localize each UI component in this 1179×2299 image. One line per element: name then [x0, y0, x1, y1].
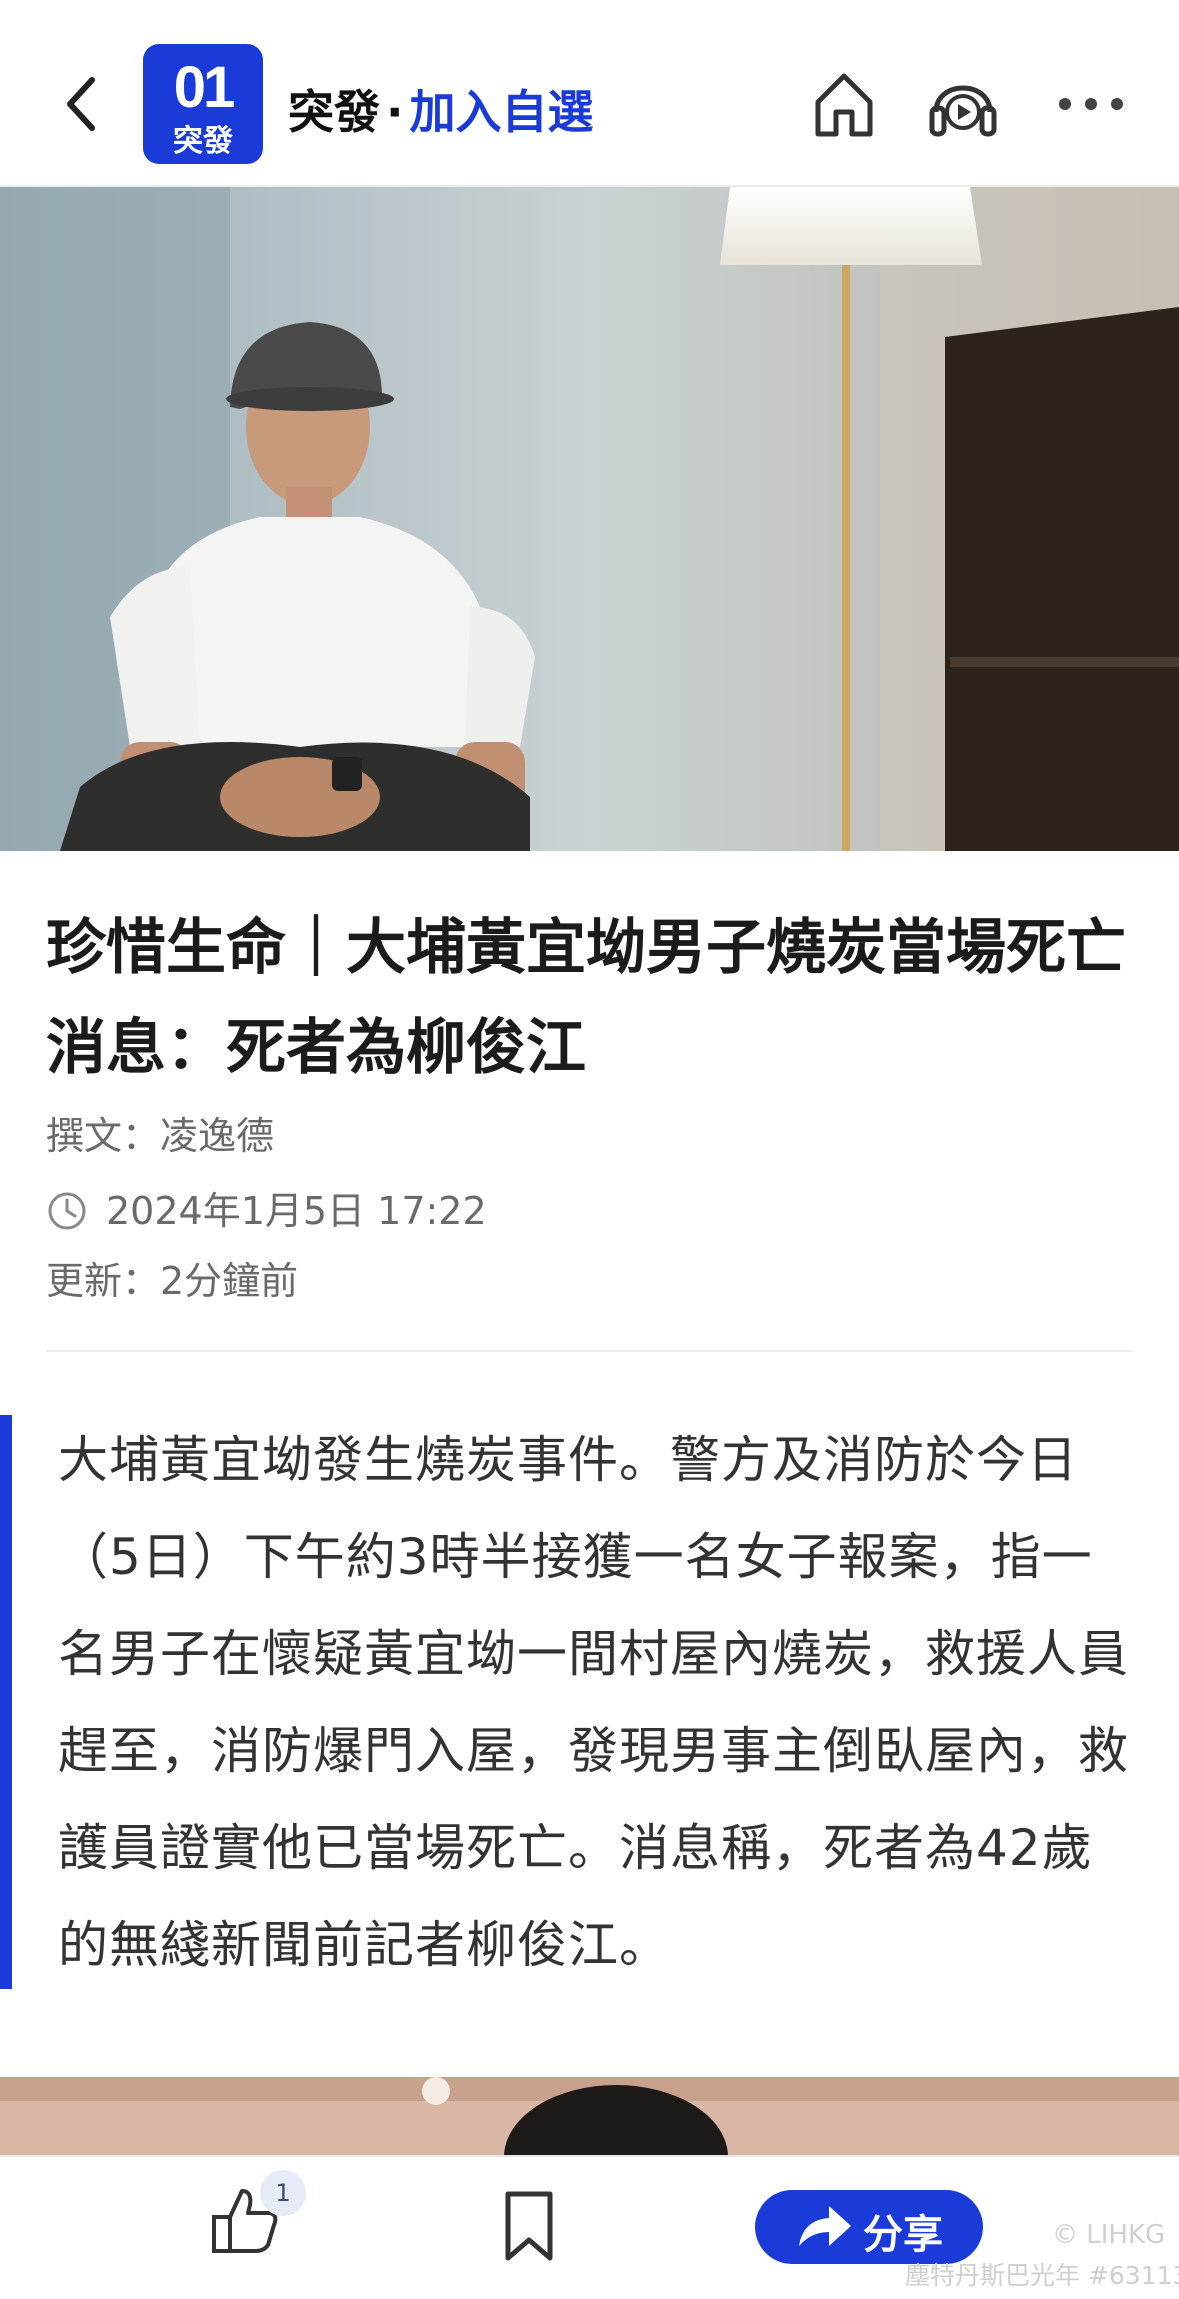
title-separator: ·	[386, 85, 404, 139]
channel-name: 突發	[288, 85, 380, 139]
share-button[interactable]: 分享	[755, 2190, 983, 2264]
updated-time: 更新：2分鐘前	[46, 1259, 299, 1303]
like-count-badge: 1	[260, 2170, 306, 2216]
watermark-brand: © LIHKG	[1052, 2220, 1166, 2250]
publish-time: 2024年1月5日 17:22	[106, 1189, 487, 1233]
share-arrow-icon	[795, 2204, 853, 2250]
watermark-user: 塵特丹斯巴光年 #63113	[905, 2261, 1179, 2290]
watermark-brand-text: LIHKG	[1086, 2220, 1166, 2250]
channel-logo[interactable]: 01 突發	[143, 44, 263, 164]
channel-title: 突發 · 加入自選	[288, 76, 593, 142]
article-hero-photo	[0, 187, 1179, 851]
share-label: 分享	[863, 2212, 943, 2258]
bookmark-icon[interactable]	[500, 2190, 558, 2262]
top-nav-bar: 01 突發 突發 · 加入自選	[0, 0, 1179, 187]
article-title: 珍惜生命｜大埔黃宜坳男子燒炭當場死亡 消息：死者為柳俊江	[46, 913, 1179, 1083]
logo-text: 01	[173, 55, 236, 120]
publish-time-row: 2024年1月5日 17:22	[46, 1180, 487, 1235]
add-to-favorites-link[interactable]: 加入自選	[409, 85, 593, 139]
article-photo	[0, 2077, 1179, 2157]
article-summary: 大埔黃宜坳發生燒炭事件。警方及消防於今日（5日）下午約3時半接獲一名女子報案，指…	[58, 1431, 1129, 1974]
clock-icon	[46, 1190, 88, 1232]
more-icon[interactable]	[1055, 88, 1127, 120]
home-icon[interactable]	[812, 68, 876, 140]
audio-play-icon[interactable]	[928, 68, 997, 140]
meta-divider	[46, 1350, 1133, 1352]
logo-subtext: 突發	[173, 124, 233, 159]
article-author: 撰文：凌逸德	[46, 1114, 275, 1158]
back-arrow-icon[interactable]	[58, 72, 106, 136]
summary-accent-bar	[0, 1415, 12, 1989]
